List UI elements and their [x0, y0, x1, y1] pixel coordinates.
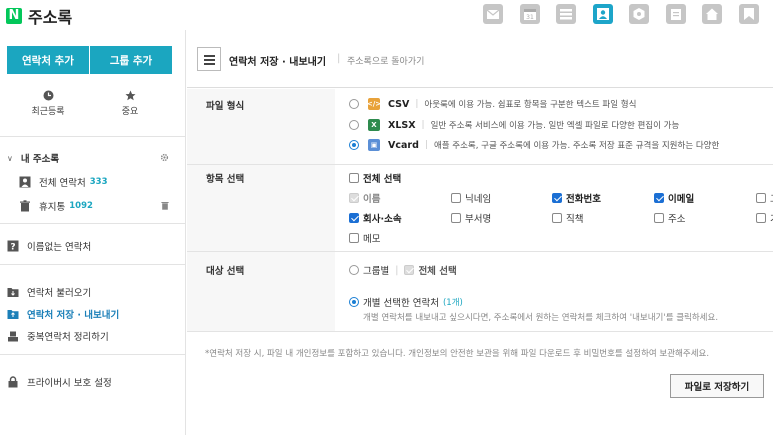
- field-nickname[interactable]: 닉네임: [451, 191, 491, 205]
- app-title: 주소록: [28, 8, 73, 27]
- field-address[interactable]: 주소: [654, 211, 685, 225]
- group-select-all-label: 전체 선택: [418, 266, 457, 277]
- clock-icon: [43, 90, 53, 101]
- sidebar: 연락처 추가 그룹 추가 최근등록 중요 ∨ 내 주소록 전체 연락처 333 …: [0, 30, 186, 435]
- format-option-csv[interactable]: </> CSV | 아웃룩에 이용 가능. 쉼표로 항목을 구분한 텍스트 파일…: [349, 98, 636, 110]
- field-extra-2[interactable]: 기: [756, 211, 773, 225]
- empty-trash-icon[interactable]: [161, 201, 169, 210]
- sidebar-item-trash[interactable]: 휴지통 1092: [19, 199, 93, 213]
- trash-icon: [20, 200, 30, 212]
- mail-icon[interactable]: [483, 4, 503, 24]
- field-memo[interactable]: 메모: [349, 231, 380, 245]
- lock-icon: [8, 376, 18, 388]
- bookmark-icon[interactable]: [738, 4, 759, 24]
- csv-name: CSV: [388, 98, 410, 110]
- target-select-label: 대상 선택: [206, 266, 245, 277]
- target-selected-contacts[interactable]: 개별 선택한 연락처 (1개): [349, 295, 463, 309]
- list-icon[interactable]: [556, 4, 576, 24]
- my-contacts-label: 내 주소록: [20, 154, 60, 165]
- my-contacts-toggle[interactable]: ∨ 내 주소록: [7, 151, 60, 166]
- file-format-label: 파일 형식: [206, 101, 245, 112]
- sidebar-item-unnamed[interactable]: ? 이름없는 연락처: [7, 239, 91, 253]
- field-select-all[interactable]: 전체 선택: [349, 171, 401, 185]
- sidebar-item-dedupe[interactable]: 중복연락처 정리하기: [7, 329, 109, 343]
- csv-desc: 아웃룩에 이용 가능. 쉼표로 항목을 구분한 텍스트 파일 형식: [424, 100, 637, 110]
- vcard-desc: 애플 주소록, 구글 주소록에 이용 가능. 주소록 저장 표준 규격을 지원하…: [433, 141, 720, 151]
- xlsx-name: XLSX: [388, 119, 416, 131]
- app-switcher: 31: [483, 4, 773, 24]
- field-department[interactable]: 부서명: [451, 211, 491, 225]
- csv-file-icon: </>: [366, 98, 382, 110]
- vcard-name: Vcard: [388, 139, 419, 151]
- recent-button[interactable]: 최근등록: [18, 90, 78, 117]
- xlsx-radio[interactable]: [349, 120, 359, 130]
- add-group-button[interactable]: 그룹 추가: [90, 46, 172, 74]
- field-company[interactable]: 회사·소속: [349, 211, 402, 225]
- trash-count: 1092: [69, 201, 93, 211]
- format-option-vcard[interactable]: ▣ Vcard | 애플 주소록, 구글 주소록에 이용 가능. 주소록 저장 …: [349, 139, 719, 151]
- import-label: 연락처 불러오기: [27, 288, 92, 299]
- folder-export-icon: [7, 310, 19, 319]
- selected-contacts-desc: 개별 연락처를 내보내고 싶으시다면, 주소록에서 원하는 연락처를 체크하여 …: [363, 313, 719, 323]
- xlsx-desc: 일반 주소록 서비스에 이용 가능. 일반 엑셀 파일로 다양한 편집이 가능: [430, 121, 680, 131]
- field-title[interactable]: 직책: [552, 211, 583, 225]
- svg-text:31: 31: [526, 14, 534, 21]
- excel-file-icon: X: [368, 119, 380, 131]
- main-panel: 연락처 저장 · 내보내기 | 주소록으로 돌아가기 파일 형식 </> CSV…: [187, 30, 773, 435]
- naver-logo-icon: N: [6, 8, 22, 24]
- gear-icon[interactable]: [160, 153, 169, 162]
- by-group-radio[interactable]: [349, 265, 359, 275]
- contacts-icon[interactable]: [592, 4, 613, 24]
- sidebar-item-import[interactable]: 연락처 불러오기: [7, 285, 91, 299]
- sidebar-item-all-contacts[interactable]: 전체 연락처 333: [19, 175, 107, 189]
- save-to-file-button[interactable]: 파일로 저장하기: [670, 374, 764, 398]
- sidebar-item-privacy[interactable]: 프라이버시 보호 설정: [7, 375, 112, 389]
- calendar-icon[interactable]: 31: [519, 4, 540, 24]
- header: N 주소록 31: [0, 0, 773, 30]
- important-label: 중요: [121, 107, 139, 117]
- field-email[interactable]: 이메일: [654, 191, 694, 205]
- format-option-xlsx[interactable]: X XLSX | 일반 주소록 서비스에 이용 가능. 일반 엑셀 파일로 다양…: [349, 119, 679, 131]
- privacy-label: 프라이버시 보호 설정: [27, 378, 112, 389]
- all-contacts-label: 전체 연락처: [39, 178, 86, 189]
- hexagon-icon[interactable]: [629, 4, 649, 24]
- vcard-file-icon: ▣: [368, 139, 380, 151]
- csv-radio[interactable]: [349, 99, 359, 109]
- privacy-notice: *연락처 저장 시, 파일 내 개인정보를 포함하고 있습니다. 개인정보의 안…: [205, 349, 710, 359]
- page-title: 연락처 저장 · 내보내기: [229, 57, 327, 68]
- contact-card-icon: [19, 176, 31, 188]
- logo[interactable]: N 주소록: [6, 4, 72, 28]
- field-select-label: 항목 선택: [206, 174, 245, 185]
- selected-contacts-radio[interactable]: [349, 297, 359, 307]
- svg-text:?: ?: [10, 243, 15, 253]
- add-contact-button[interactable]: 연락처 추가: [7, 46, 89, 74]
- select-all-checkbox[interactable]: [349, 173, 359, 183]
- chevron-down-icon: ∨: [7, 153, 13, 163]
- sidebar-item-export[interactable]: 연락처 저장 · 내보내기: [7, 307, 119, 321]
- field-phone[interactable]: 전화번호: [552, 191, 601, 205]
- trash-label: 휴지통: [39, 202, 66, 213]
- back-to-contacts-link[interactable]: 주소록으로 돌아가기: [347, 54, 424, 67]
- export-label: 연락처 저장 · 내보내기: [27, 310, 120, 321]
- clipboard-icon[interactable]: [665, 4, 686, 24]
- star-icon: [125, 90, 135, 101]
- vcard-radio[interactable]: [349, 140, 359, 150]
- merge-icon: [8, 331, 18, 342]
- selected-count: (1개): [442, 298, 463, 308]
- important-button[interactable]: 중요: [100, 90, 160, 117]
- question-card-icon: ?: [7, 240, 19, 252]
- recent-label: 최근등록: [31, 107, 65, 117]
- group-select-all-checkbox: [404, 265, 415, 275]
- menu-toggle-button[interactable]: [197, 47, 221, 71]
- page-header: 연락처 저장 · 내보내기 | 주소록으로 돌아가기: [187, 30, 773, 88]
- home-icon[interactable]: [702, 4, 722, 24]
- dedupe-label: 중복연락처 정리하기: [27, 332, 109, 343]
- folder-import-icon: [7, 288, 19, 297]
- field-name: 이름: [349, 191, 380, 205]
- unnamed-label: 이름없는 연락처: [27, 242, 92, 253]
- field-extra-1[interactable]: 그: [756, 191, 773, 205]
- title-separator: |: [337, 53, 341, 64]
- all-contacts-count: 333: [89, 177, 108, 187]
- target-by-group[interactable]: 그룹별 | 전체 선택: [349, 263, 457, 277]
